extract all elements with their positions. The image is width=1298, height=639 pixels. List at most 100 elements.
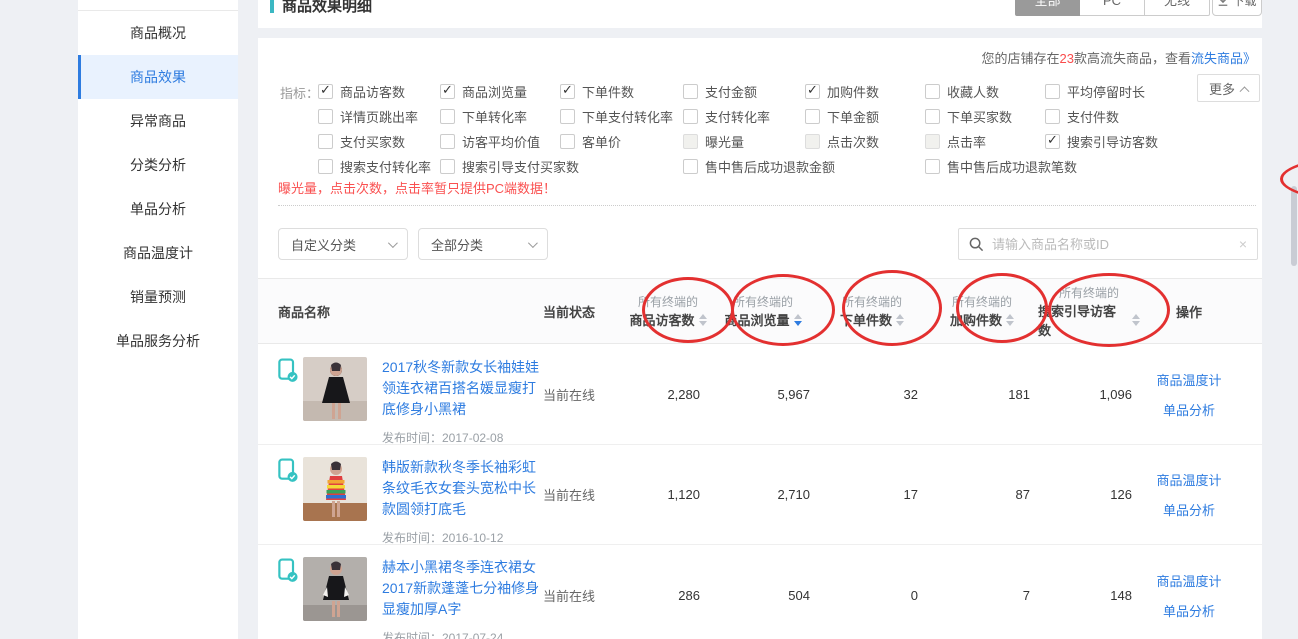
metric-checkbox-search-guided-buyers[interactable]: 搜索引导支付买家数 (440, 155, 683, 177)
carts-cell: 181 (926, 387, 1038, 402)
checkbox-icon[interactable] (683, 84, 698, 99)
search-input[interactable] (992, 237, 1231, 252)
checkbox-checked-icon[interactable] (1045, 134, 1060, 149)
checkbox-icon[interactable] (683, 109, 698, 124)
metric-checkbox-pay-conversion[interactable]: 支付转化率 (683, 105, 805, 127)
more-button[interactable]: 更多 (1197, 74, 1260, 102)
chevron-up-icon (1240, 86, 1250, 96)
metric-checkbox-paying-buyers[interactable]: 支付买家数 (318, 130, 440, 152)
thermometer-link[interactable]: 商品温度计 (1156, 470, 1221, 489)
segment-pc[interactable]: PC (1080, 0, 1145, 16)
sidebar-item-sales-forecast[interactable]: 销量预测 (78, 275, 238, 319)
metric-checkbox-product-views[interactable]: 商品浏览量 (440, 80, 560, 102)
sidebar-item-product-effect[interactable]: 商品效果 (78, 55, 238, 99)
metric-checkbox-refund-amount[interactable]: 售中售后成功退款金额 (683, 155, 925, 177)
checkbox-checked-icon[interactable] (318, 84, 333, 99)
sort-desc-icon[interactable] (794, 314, 802, 326)
views-cell: 5,967 (708, 387, 818, 402)
metric-checkbox-product-visitors[interactable]: 商品访客数 (318, 80, 440, 102)
col-header-search-guided-visitors[interactable]: 所有终端的 搜索引导访客数 (1038, 284, 1140, 339)
segment-wireless[interactable]: 无线 (1145, 0, 1210, 16)
metric-checkbox-order-pay-conversion[interactable]: 下单支付转化率 (560, 105, 683, 127)
metric-checkbox-favorites[interactable]: 收藏人数 (925, 80, 1045, 102)
loss-products-link[interactable]: 流失商品》 (1191, 51, 1256, 66)
segment-all[interactable]: 全部 (1015, 0, 1080, 16)
metric-checkbox-order-items[interactable]: 下单件数 (560, 80, 683, 102)
metric-checkbox-avg-stay-time[interactable]: 平均停留时长 (1045, 80, 1195, 102)
col-header-order-items[interactable]: 所有终端的 下单件数 (818, 293, 926, 329)
metric-checkbox-search-guided-visitors[interactable]: 搜索引导访客数 (1045, 130, 1195, 152)
product-image[interactable] (303, 457, 367, 521)
product-title-link[interactable]: 韩版新款秋冬季长袖彩虹条纹毛衣女套头宽松中长款圆领打底毛 (382, 457, 543, 520)
sort-icon[interactable] (699, 314, 707, 326)
sidebar-item-abnormal-products[interactable]: 异常商品 (78, 99, 238, 143)
checkbox-icon[interactable] (440, 109, 455, 124)
checkbox-icon[interactable] (805, 109, 820, 124)
content-panel: 您的店铺存在23款高流失商品，查看流失商品》 指标： 商品访客数 商品浏览量 下… (258, 38, 1262, 639)
metric-checkbox-ctr[interactable]: 点击率 (925, 130, 1045, 152)
sort-icon[interactable] (1006, 314, 1014, 326)
sort-icon[interactable] (896, 314, 904, 326)
metric-checkbox-refund-count[interactable]: 售中售后成功退款笔数 (925, 155, 1195, 177)
checkbox-icon[interactable] (925, 109, 940, 124)
checkbox-icon[interactable] (925, 84, 940, 99)
checkbox-icon[interactable] (560, 109, 575, 124)
title-accent-bar (270, 0, 274, 13)
metric-checkbox-order-amount[interactable]: 下单金额 (805, 105, 925, 127)
product-title-link[interactable]: 2017秋冬新款女长袖娃娃领连衣裙百搭名媛显瘦打底修身小黑裙 (382, 357, 543, 420)
checkbox-icon[interactable] (683, 159, 698, 174)
metric-checkbox-detail-bounce-rate[interactable]: 详情页跳出率 (318, 105, 440, 127)
download-button[interactable]: 下载 (1212, 0, 1262, 16)
col-header-product-views[interactable]: 所有终端的 商品浏览量 (708, 293, 818, 329)
chevron-down-icon (528, 238, 538, 248)
sidebar-item-product-thermometer[interactable]: 商品温度计 (78, 231, 238, 275)
col-header-product-visitors[interactable]: 所有终端的 商品访客数 (628, 293, 708, 329)
checkbox-icon[interactable] (925, 159, 940, 174)
checkbox-icon[interactable] (440, 134, 455, 149)
product-image[interactable] (303, 357, 367, 421)
metric-checkbox-clicks[interactable]: 点击次数 (805, 130, 925, 152)
analysis-link[interactable]: 单品分析 (1163, 601, 1215, 620)
metric-checkbox-cart-items[interactable]: 加购件数 (805, 80, 925, 102)
checkbox-icon[interactable] (560, 134, 575, 149)
sidebar-item-category-analysis[interactable]: 分类分析 (78, 143, 238, 187)
metric-checkbox-order-conversion[interactable]: 下单转化率 (440, 105, 560, 127)
product-search-box: × (958, 228, 1258, 260)
analysis-link[interactable]: 单品分析 (1163, 400, 1215, 419)
all-category-select[interactable]: 全部分类 (418, 228, 548, 260)
scrollbar-thumb[interactable] (1291, 186, 1297, 266)
analysis-link[interactable]: 单品分析 (1163, 500, 1215, 519)
metric-checkbox-order-buyers[interactable]: 下单买家数 (925, 105, 1045, 127)
product-title-link[interactable]: 赫本小黑裙冬季连衣裙女2017新款蓬蓬七分袖修身显瘦加厚A字 (382, 557, 543, 620)
sidebar-item-product-overview[interactable]: 商品概况 (78, 11, 238, 55)
metrics-checkbox-grid: 商品访客数 商品浏览量 下单件数 支付金额 加购件数 收藏人数 平均停留时长 详… (318, 80, 1195, 177)
status-cell: 当前在线 (543, 385, 628, 404)
metric-checkbox-impressions[interactable]: 曝光量 (683, 130, 805, 152)
col-header-cart-items[interactable]: 所有终端的 加购件数 (926, 293, 1038, 329)
checkbox-checked-icon[interactable] (440, 84, 455, 99)
checkbox-icon[interactable] (440, 159, 455, 174)
terminal-segmented-control: 全部 PC 无线 (1015, 0, 1210, 16)
thermometer-link[interactable]: 商品温度计 (1156, 571, 1221, 590)
chevron-down-icon (388, 238, 398, 248)
table-row: 韩版新款秋冬季长袖彩虹条纹毛衣女套头宽松中长款圆领打底毛 发布时间：2016-1… (258, 445, 1262, 545)
sidebar-item-single-item-service[interactable]: 单品服务分析 (78, 319, 238, 363)
sidebar-item-single-item-analysis[interactable]: 单品分析 (78, 187, 238, 231)
checkbox-icon[interactable] (318, 134, 333, 149)
checkbox-checked-icon[interactable] (805, 84, 820, 99)
checkbox-icon[interactable] (318, 109, 333, 124)
checkbox-icon[interactable] (318, 159, 333, 174)
checkbox-icon[interactable] (1045, 84, 1060, 99)
metric-checkbox-paid-items[interactable]: 支付件数 (1045, 105, 1195, 127)
sort-icon[interactable] (1132, 314, 1140, 326)
metric-checkbox-search-pay-conversion[interactable]: 搜索支付转化率 (318, 155, 440, 177)
metric-checkbox-avg-visitor-value[interactable]: 访客平均价值 (440, 130, 560, 152)
metric-checkbox-avg-order-value[interactable]: 客单价 (560, 130, 683, 152)
checkbox-icon[interactable] (1045, 109, 1060, 124)
thermometer-link[interactable]: 商品温度计 (1156, 370, 1221, 389)
metric-checkbox-payment-amount[interactable]: 支付金额 (683, 80, 805, 102)
custom-category-select[interactable]: 自定义分类 (278, 228, 408, 260)
clear-search-icon[interactable]: × (1239, 236, 1247, 252)
product-image[interactable] (303, 557, 367, 621)
checkbox-checked-icon[interactable] (560, 84, 575, 99)
